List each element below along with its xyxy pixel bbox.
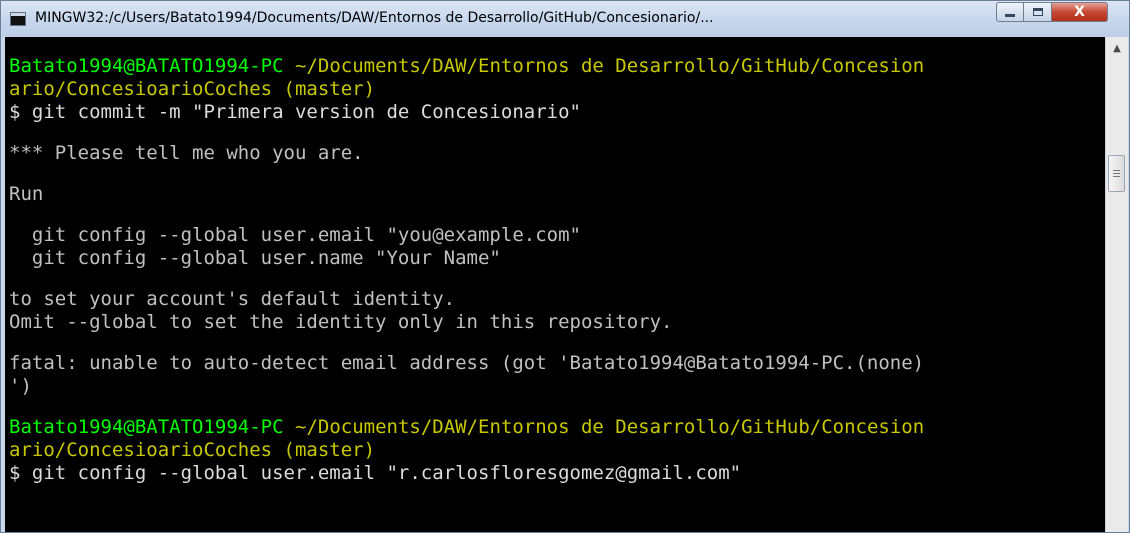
grip-line xyxy=(1113,173,1120,174)
console-output[interactable]: Batato1994@BATATO1994-PC ~/Documents/DAW… xyxy=(5,37,1105,532)
prompt-line: Batato1994@BATATO1994-PC ~/Documents/DAW… xyxy=(9,416,924,439)
prompt-user: Batato1994@BATATO1994-PC xyxy=(9,416,284,438)
scroll-thumb[interactable] xyxy=(1108,155,1125,192)
prompt-path-continued: ario/ConcesioarioCoches (master) xyxy=(9,439,376,461)
grip-line xyxy=(1113,176,1120,177)
grip-line xyxy=(1113,170,1120,171)
console-icon[interactable] xyxy=(10,12,26,26)
prompt-path: ~/Documents/DAW/Entornos de Desarrollo/G… xyxy=(295,416,925,438)
output-line: *** Please tell me who you are. xyxy=(9,142,364,164)
minimize-icon xyxy=(1005,13,1015,17)
title-bar[interactable]: MINGW32:/c/Users/Batato1994/Documents/DA… xyxy=(1,1,1129,37)
close-icon: X xyxy=(1074,4,1085,20)
output-line: git config --global user.email "you@exam… xyxy=(9,224,581,246)
maximize-icon xyxy=(1032,8,1043,16)
prompt-line: Batato1994@BATATO1994-PC ~/Documents/DAW… xyxy=(9,55,924,78)
output-line: fatal: unable to auto-detect email addre… xyxy=(9,352,925,374)
command-line: $ git commit -m "Primera version de Conc… xyxy=(9,101,581,123)
prompt-path: ~/Documents/DAW/Entornos de Desarrollo/G… xyxy=(295,55,925,77)
vertical-scrollbar[interactable]: ▲ xyxy=(1105,37,1128,532)
output-line: Run xyxy=(9,183,44,205)
prompt-user: Batato1994@BATATO1994-PC xyxy=(9,55,284,77)
caption-buttons: X xyxy=(996,2,1124,23)
maximize-button[interactable] xyxy=(1024,2,1052,22)
prompt-path-continued: ario/ConcesioarioCoches (master) xyxy=(9,78,376,100)
console-lines: Batato1994@BATATO1994-PC ~/Documents/DAW… xyxy=(9,55,924,485)
command-line: $ git config --global user.email "r.carl… xyxy=(9,462,742,484)
output-line: ') xyxy=(9,375,32,397)
terminal-window: MINGW32:/c/Users/Batato1994/Documents/DA… xyxy=(0,0,1130,533)
minimize-button[interactable] xyxy=(996,2,1024,22)
output-line: Omit --global to set the identity only i… xyxy=(9,311,673,333)
output-line: to set your account's default identity. xyxy=(9,288,456,310)
window-title: MINGW32:/c/Users/Batato1994/Documents/DA… xyxy=(35,10,714,26)
scroll-up-arrow-icon[interactable]: ▲ xyxy=(1106,37,1128,59)
close-button[interactable]: X xyxy=(1052,2,1108,22)
output-line: git config --global user.name "Your Name… xyxy=(9,247,501,269)
